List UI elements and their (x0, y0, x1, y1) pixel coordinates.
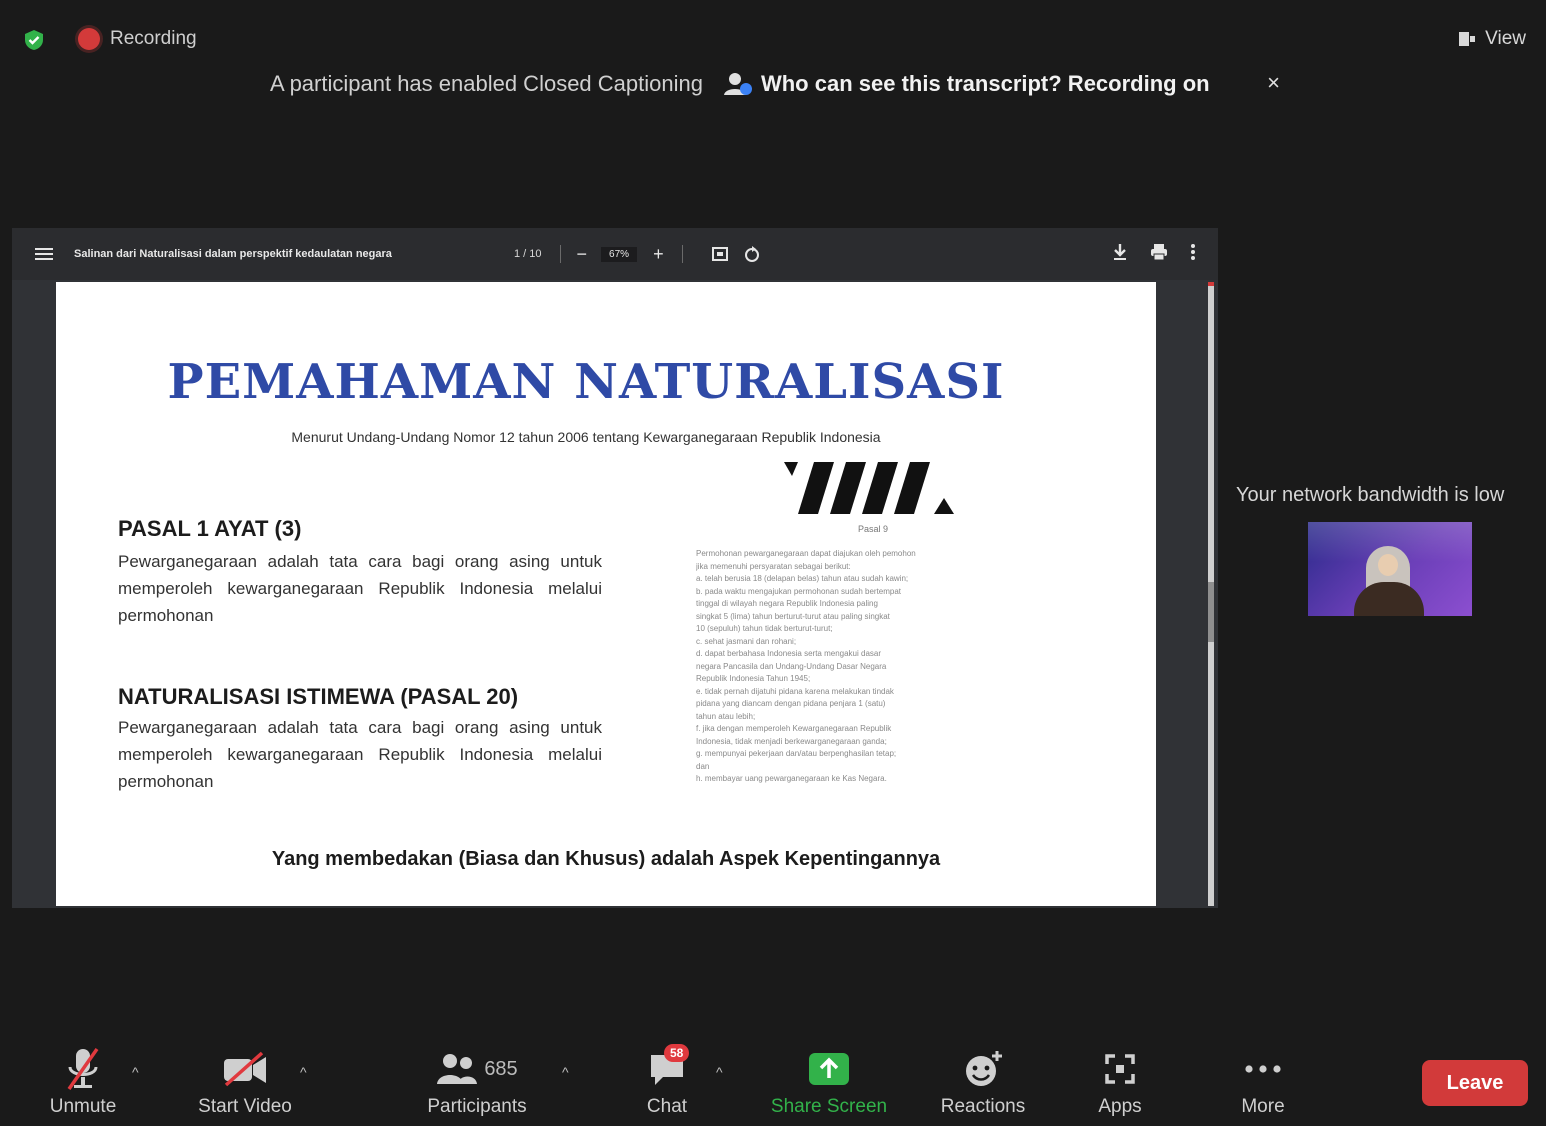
download-icon[interactable] (1112, 243, 1128, 261)
print-icon[interactable] (1150, 243, 1168, 261)
section-body-pasal: Pewarganegaraan adalah tata cara bagi or… (118, 552, 602, 625)
pdf-filename: Salinan dari Naturalisasi dalam perspekt… (74, 248, 392, 260)
article-line: jika memenuhi persyaratan sebagai beriku… (696, 561, 851, 571)
share-screen-icon (809, 1053, 849, 1085)
article-line: negara Pancasila dan Undang-Undang Dasar… (696, 661, 887, 671)
article-line: f. jika dengan memperoleh Kewarganegaraa… (696, 724, 892, 733)
more-label: More (1241, 1096, 1285, 1117)
article-line: e. tidak pernah dijatuhi pidana karena m… (696, 686, 894, 696)
top-bar: Recording View A participant has enabled… (0, 0, 1546, 96)
speaker-face (1378, 554, 1398, 576)
apps-label: Apps (1098, 1096, 1142, 1117)
participants-count: 685 (484, 1057, 518, 1080)
audio-options-caret[interactable]: ^ (132, 1064, 139, 1080)
recording-indicator[interactable]: Recording (78, 28, 197, 50)
article-text: Permohonan pewarganegaraan dapat diajuka… (696, 548, 1066, 786)
bandwidth-warning: Your network bandwidth is low (1236, 484, 1505, 506)
video-off-icon (224, 1051, 266, 1087)
chat-unread-badge: 58 (664, 1044, 690, 1062)
logo-caption: Pasal 9 (858, 524, 889, 534)
article-line: dan (696, 761, 710, 771)
section-body-istimewa: Pewarganegaraan adalah tata cara bagi or… (118, 718, 602, 791)
speaker-body (1354, 582, 1424, 616)
participants-options-caret[interactable]: ^ (562, 1064, 569, 1080)
article-line: tinggal di wilayah negara Republik Indon… (696, 599, 878, 608)
transcript-visibility-link[interactable]: Who can see this transcript? Recording o… (761, 71, 1210, 97)
unmute-label: Unmute (49, 1096, 117, 1117)
page-indicator[interactable]: 1 / 10 (514, 248, 542, 260)
meeting-controls: Unmute ^ Start Video ^ 685 Participants … (0, 1030, 1546, 1126)
article-line: h. membayar uang pewarganegaraan ke Kas … (696, 774, 887, 783)
record-icon (78, 28, 100, 50)
menu-icon[interactable] (34, 247, 54, 261)
share-screen-label: Share Screen (770, 1096, 888, 1117)
microphone-muted-icon (67, 1047, 99, 1091)
zoom-level[interactable]: 67% (601, 246, 638, 262)
slide-subtitle: Menurut Undang-Undang Nomor 12 tahun 200… (291, 429, 881, 445)
toolbar-divider (681, 245, 683, 263)
chat-options-caret[interactable]: ^ (716, 1064, 723, 1080)
start-video-label: Start Video (198, 1096, 292, 1117)
view-button[interactable]: View (1457, 28, 1526, 50)
users-icon (723, 73, 752, 95)
article-line: a. telah berusia 18 (delapan belas) tahu… (696, 574, 909, 583)
view-icon (1459, 32, 1476, 46)
reactions-button[interactable]: Reactions (934, 1046, 1032, 1118)
pdf-page: PEMAHAMAN NATURALISASI Menurut Undang-Un… (56, 282, 1156, 906)
section-heading-istimewa: NATURALISASI ISTIMEWA (PASAL 20) (118, 684, 519, 709)
participants-icon (437, 1054, 478, 1084)
more-horizontal-icon (1245, 1065, 1281, 1073)
article-line: g. mempunyai pekerjaan dan/atau berpengh… (696, 749, 897, 758)
participant-video-thumbnail[interactable] (1308, 522, 1472, 616)
toolbar-divider (559, 245, 561, 263)
stripes-logo-icon (784, 462, 954, 514)
article-line: b. pada waktu mengajukan permohonan suda… (696, 586, 902, 596)
slide-conclusion: Yang membedakan (Biasa dan Khusus) adala… (271, 848, 941, 870)
recording-label: Recording (110, 28, 197, 49)
apps-button[interactable]: Apps (1090, 1046, 1150, 1118)
article-line: pidana yang diancam dengan pidana penjar… (696, 699, 886, 708)
shield-check-icon[interactable] (22, 28, 46, 52)
share-screen-button[interactable]: Share Screen (766, 1046, 892, 1118)
pdf-scrollbar[interactable] (1208, 282, 1214, 906)
scroll-thumb[interactable] (1208, 582, 1214, 642)
zoom-out-button[interactable]: − (577, 244, 588, 265)
shared-screen: Salinan dari Naturalisasi dalam perspekt… (12, 228, 1218, 908)
chat-label: Chat (646, 1096, 688, 1117)
apps-icon (1105, 1054, 1135, 1084)
rotate-icon[interactable] (743, 245, 761, 263)
article-line: tahun atau lebih; (696, 711, 756, 721)
article-line: Republik Indonesia Tahun 1945; (696, 674, 811, 683)
article-line: singkat 5 (lima) tahun berturut-turut at… (696, 611, 890, 621)
section-heading-pasal: PASAL 1 AYAT (3) (118, 516, 302, 541)
caption-notice-message: A participant has enabled Closed Caption… (270, 71, 703, 96)
zoom-in-button[interactable]: + (653, 244, 664, 265)
reactions-icon (966, 1051, 1002, 1086)
video-options-caret[interactable]: ^ (300, 1064, 307, 1080)
view-label: View (1485, 28, 1526, 49)
start-video-button[interactable]: Start Video (190, 1046, 300, 1118)
article-line: 10 (sepuluh) tahun tidak berturut-turut; (696, 624, 833, 633)
more-vertical-icon[interactable] (1190, 243, 1196, 261)
more-button[interactable]: More (1230, 1046, 1296, 1118)
article-line: Permohonan pewarganegaraan dapat diajuka… (696, 549, 916, 558)
pdf-toolbar: Salinan dari Naturalisasi dalam perspekt… (12, 228, 1218, 280)
reactions-label: Reactions (940, 1096, 1026, 1117)
article-line: d. dapat berbahasa Indonesia serta menga… (696, 649, 882, 658)
participants-label: Participants (427, 1096, 527, 1117)
unmute-button[interactable]: Unmute (40, 1046, 126, 1118)
caption-notice: A participant has enabled Closed Caption… (270, 64, 1290, 104)
fit-page-icon[interactable] (711, 245, 729, 263)
pdf-toolbar-actions (1112, 243, 1196, 261)
close-notice-button[interactable]: × (1267, 70, 1280, 96)
article-line: Indonesia, tidak menjadi berkewarganegar… (696, 736, 887, 746)
scroll-indicator (1208, 282, 1214, 286)
participants-button[interactable]: 685 Participants (420, 1046, 534, 1118)
slide-title: PEMAHAMAN NATURALISASI (167, 354, 1005, 410)
leave-button[interactable]: Leave (1422, 1060, 1528, 1106)
chat-button[interactable]: 58 Chat (632, 1044, 702, 1118)
article-line: c. sehat jasmani dan rohani; (696, 636, 797, 646)
